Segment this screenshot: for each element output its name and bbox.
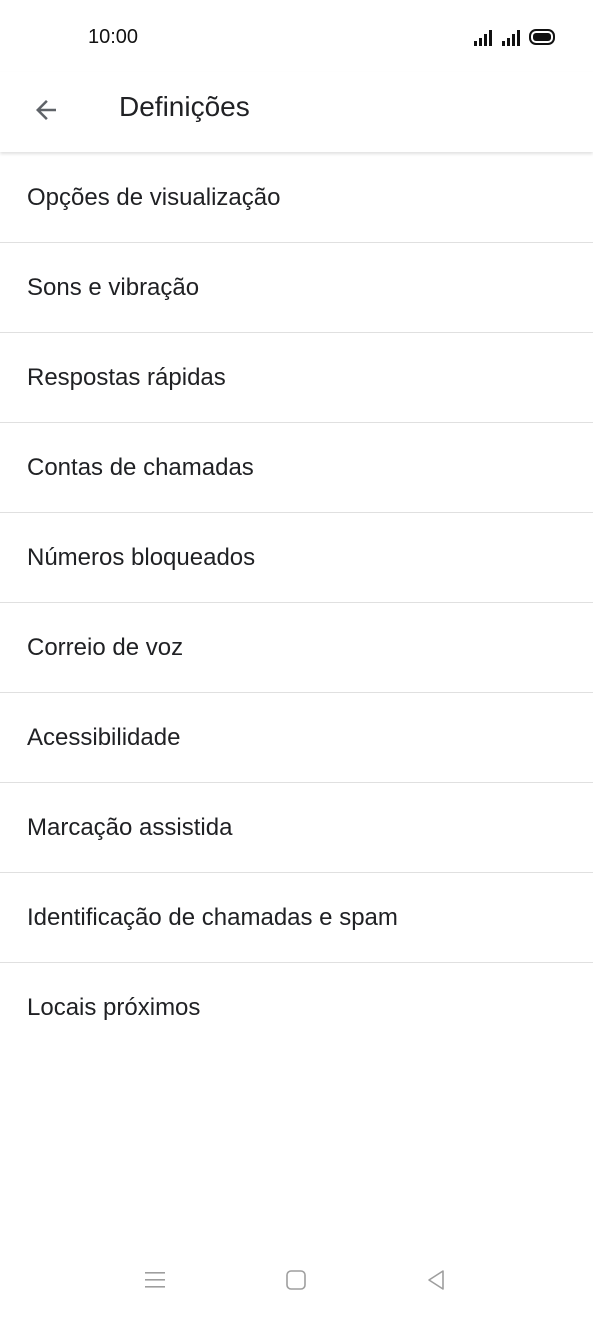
- settings-item-label: Contas de chamadas: [27, 453, 254, 481]
- back-triangle-icon: [428, 1270, 444, 1290]
- settings-item-quick-responses[interactable]: Respostas rápidas: [0, 333, 593, 423]
- settings-item-label: Marcação assistida: [27, 813, 233, 841]
- back-button[interactable]: [24, 88, 68, 132]
- settings-item-label: Acessibilidade: [27, 723, 181, 751]
- settings-item-display-options[interactable]: Opções de visualização: [0, 153, 593, 243]
- settings-item-label: Opções de visualização: [27, 183, 281, 211]
- menu-icon: [145, 1272, 165, 1288]
- status-icons: [473, 26, 557, 48]
- battery-icon: [529, 29, 555, 45]
- settings-item-label: Respostas rápidas: [27, 363, 226, 391]
- settings-item-assisted-dialing[interactable]: Marcação assistida: [0, 783, 593, 873]
- status-bar: 10:00: [0, 0, 593, 72]
- app-bar: Definições: [0, 72, 593, 152]
- signal-icon: [502, 30, 520, 46]
- status-time: 10:00: [88, 26, 139, 48]
- page-title: Definições: [119, 91, 250, 122]
- home-icon: [286, 1270, 306, 1290]
- nav-back-button[interactable]: [416, 1260, 456, 1300]
- settings-item-sounds-vibration[interactable]: Sons e vibração: [0, 243, 593, 333]
- settings-list: Opções de visualização Sons e vibração R…: [0, 153, 593, 1052]
- signal-icon: [474, 30, 492, 46]
- settings-item-blocked-numbers[interactable]: Números bloqueados: [0, 513, 593, 603]
- settings-item-calling-accounts[interactable]: Contas de chamadas: [0, 423, 593, 513]
- settings-item-accessibility[interactable]: Acessibilidade: [0, 693, 593, 783]
- settings-item-label: Correio de voz: [27, 633, 184, 661]
- settings-item-label: Identificação de chamadas e spam: [27, 903, 398, 931]
- arrow-left-icon: [36, 100, 56, 120]
- settings-item-label: Locais próximos: [27, 993, 201, 1021]
- settings-item-voicemail[interactable]: Correio de voz: [0, 603, 593, 693]
- settings-item-caller-id-spam[interactable]: Identificação de chamadas e spam: [0, 873, 593, 963]
- home-button[interactable]: [276, 1260, 316, 1300]
- recents-button[interactable]: [135, 1260, 175, 1300]
- navigation-bar: [0, 1242, 593, 1318]
- settings-item-label: Sons e vibração: [27, 273, 200, 301]
- settings-item-nearby-places[interactable]: Locais próximos: [0, 963, 593, 1052]
- settings-item-label: Números bloqueados: [27, 543, 256, 571]
